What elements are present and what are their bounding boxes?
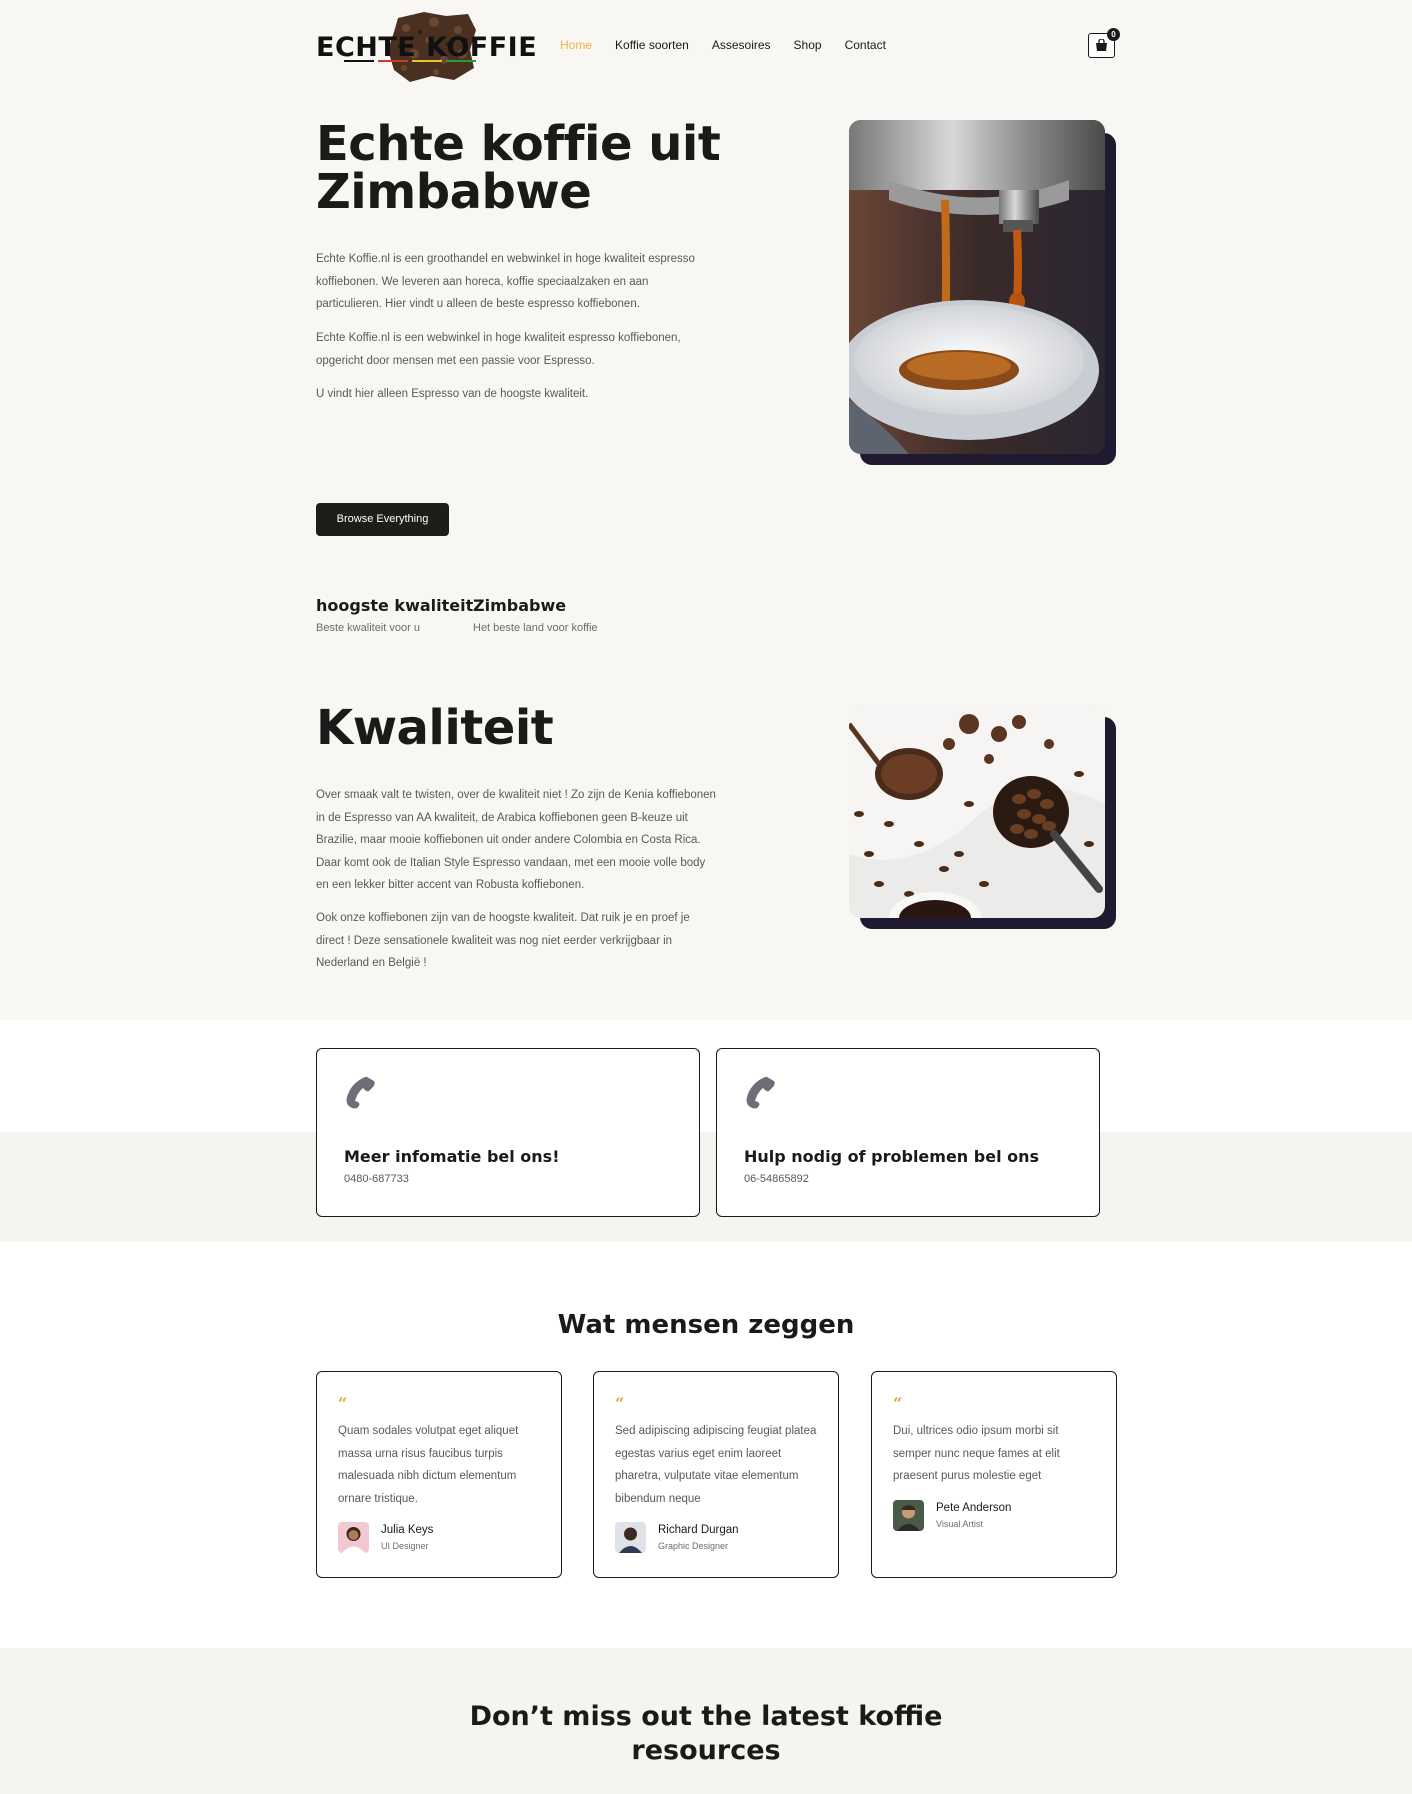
hero-title-line2: Zimbabwe bbox=[316, 164, 592, 220]
main-nav: Home Koffie soorten Assesoires Shop Cont… bbox=[560, 38, 909, 52]
contact-title: Hulp nodig of problemen bel ons bbox=[744, 1147, 1040, 1166]
newsletter-title-line2: resources bbox=[631, 1735, 781, 1766]
stat-subtitle-quality: Beste kwaliteit voor u bbox=[316, 622, 420, 634]
testimonial-quote: Dui, ultrices odio ipsum morbi sit sempe… bbox=[893, 1425, 1060, 1482]
hero-paragraph-1: Echte Koffie.nl is een groothandel en we… bbox=[316, 253, 695, 310]
phone-icon bbox=[746, 1076, 775, 1109]
contact-phone: 0480-687733 bbox=[344, 1173, 409, 1185]
hero-title: Echte koffie uit Zimbabwe bbox=[316, 120, 756, 216]
avatar bbox=[338, 1522, 369, 1553]
testimonial-name: Pete Anderson bbox=[936, 1502, 1012, 1514]
browse-everything-button[interactable]: Browse Everything bbox=[316, 503, 449, 536]
testimonial-quote: Sed adipiscing adipiscing feugiat platea… bbox=[615, 1425, 817, 1505]
hero-paragraph-2: Echte Koffie.nl is een webwinkel in hoge… bbox=[316, 332, 681, 367]
testimonial-role: UI Designer bbox=[381, 1541, 429, 1551]
contact-card-help[interactable]: Hulp nodig of problemen bel ons 06-54865… bbox=[716, 1048, 1100, 1217]
contact-phone: 06-54865892 bbox=[744, 1173, 809, 1185]
stat-title-zimbabwe: Zimbabwe bbox=[473, 596, 567, 615]
nav-shop[interactable]: Shop bbox=[794, 38, 822, 52]
phone-icon bbox=[346, 1076, 375, 1109]
shopping-bag-icon bbox=[1096, 39, 1107, 51]
hero-paragraph-3: U vindt hier alleen Espresso van de hoog… bbox=[316, 388, 589, 400]
nav-contact[interactable]: Contact bbox=[845, 38, 886, 52]
espresso-image bbox=[849, 120, 1105, 454]
contact-card-info[interactable]: Meer infomatie bel ons! 0480-687733 bbox=[316, 1048, 700, 1217]
cart-button[interactable]: 0 bbox=[1088, 28, 1120, 58]
espresso-image-frame bbox=[849, 120, 1116, 465]
logo-text: ECHTE KOFFIE bbox=[316, 32, 538, 63]
avatar bbox=[615, 1522, 646, 1553]
site-logo[interactable]: ECHTE KOFFIE bbox=[316, 10, 537, 82]
testimonial-quote: Quam sodales volutpat eget aliquet massa… bbox=[338, 1425, 519, 1505]
quality-title: Kwaliteit bbox=[316, 700, 554, 756]
nav-home[interactable]: Home bbox=[560, 38, 592, 52]
testimonials-title: Wat mensen zeggen bbox=[557, 1310, 855, 1340]
coffee-beans-image bbox=[849, 704, 1105, 918]
nav-assesoires[interactable]: Assesoires bbox=[712, 38, 771, 52]
testimonial-role: Visual Artist bbox=[936, 1519, 983, 1529]
stat-subtitle-zimbabwe: Het beste land voor koffie bbox=[473, 622, 598, 634]
testimonial-role: Graphic Designer bbox=[658, 1541, 729, 1551]
avatar bbox=[893, 1500, 924, 1531]
newsletter-title-line1: Don’t miss out the latest koffie bbox=[469, 1701, 943, 1732]
quote-icon: “ bbox=[893, 1394, 903, 1413]
testimonial-card: “ Sed adipiscing adipiscing feugiat plat… bbox=[593, 1371, 839, 1578]
quality-paragraph-2: Ook onze koffiebonen zijn van de hoogste… bbox=[316, 912, 690, 969]
quote-icon: “ bbox=[338, 1394, 348, 1413]
newsletter-title: Don’t miss out the latest koffie resourc… bbox=[0, 1700, 1412, 1768]
coffee-beans-image-frame bbox=[849, 704, 1116, 929]
cart-count-badge: 0 bbox=[1107, 28, 1120, 41]
testimonial-card: “ Quam sodales volutpat eget aliquet mas… bbox=[316, 1371, 562, 1578]
stat-title-quality: hoogste kwaliteit bbox=[316, 596, 474, 615]
testimonial-name: Julia Keys bbox=[381, 1524, 434, 1536]
contact-band-top bbox=[0, 1020, 1412, 1132]
quality-paragraph-1: Over smaak valt te twisten, over de kwal… bbox=[316, 789, 716, 891]
testimonial-name: Richard Durgan bbox=[658, 1524, 739, 1536]
contact-title: Meer infomatie bel ons! bbox=[344, 1147, 560, 1166]
quote-icon: “ bbox=[615, 1394, 625, 1413]
logo-flag-lines bbox=[344, 60, 476, 62]
contact-band-bottom bbox=[0, 1132, 1412, 1242]
testimonial-card: “ Dui, ultrices odio ipsum morbi sit sem… bbox=[871, 1371, 1117, 1578]
nav-koffie-soorten[interactable]: Koffie soorten bbox=[615, 38, 689, 52]
